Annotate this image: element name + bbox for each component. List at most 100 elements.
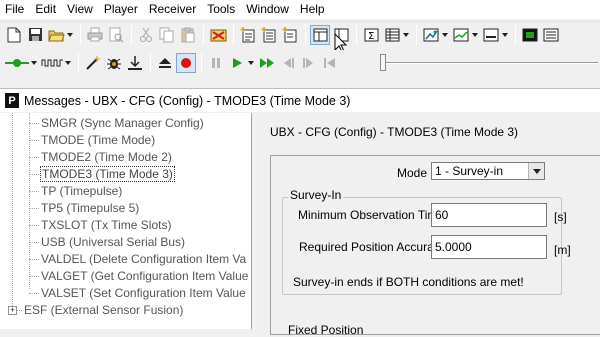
open-folder-icon[interactable] [46, 25, 66, 45]
tree-item[interactable]: SMGR (Sync Manager Config) [29, 115, 205, 132]
menu-bar: File Edit View Player Receiver Tools Win… [0, 0, 600, 19]
play-icon[interactable] [227, 53, 247, 73]
connection-dropdown-icon[interactable] [29, 53, 39, 73]
survey-in-note: Survey-in ends if BOTH conditions are me… [293, 275, 524, 289]
histogram-view-icon[interactable] [481, 25, 501, 45]
toolbar-separator [203, 24, 204, 45]
menu-file[interactable]: File [0, 0, 30, 19]
mode-select[interactable]: 1 - Survey-in [431, 162, 545, 180]
tree-item[interactable]: TP (Timepulse) [29, 183, 123, 200]
expand-icon[interactable]: + [8, 306, 17, 315]
new-view-icon[interactable] [238, 25, 258, 45]
tree-item-esf[interactable]: + ESF (External Sensor Fusion) [8, 302, 184, 319]
tree-item-label: TP (Timepulse) [41, 184, 123, 198]
message-tree: SMGR (Sync Manager Config) TMODE (Time M… [0, 113, 252, 329]
tree-item[interactable]: VALSET (Set Configuration Item Value [29, 285, 247, 302]
mode-label: Mode [397, 166, 428, 180]
connection-icon[interactable] [4, 53, 30, 73]
table-view-dropdown-icon[interactable] [401, 25, 411, 45]
tree-item[interactable]: TP5 (Timepulse 5) [29, 200, 140, 217]
tree-item-label: VALGET (Get Configuration Item Value [41, 269, 249, 283]
map-view-icon[interactable] [421, 25, 441, 45]
required-position-accuracy-label: Required Position Accuracy [299, 240, 446, 254]
baudrate-icon[interactable] [40, 53, 64, 73]
min-observation-time-input[interactable]: 60 [431, 203, 547, 227]
map-view-dropdown-icon[interactable] [440, 25, 450, 45]
eject-icon[interactable] [155, 53, 175, 73]
step-forward-icon[interactable] [299, 53, 319, 73]
print-icon[interactable] [85, 25, 105, 45]
config-panel: UBX - CFG (Config) - TMODE3 (Time Mode 3… [258, 113, 600, 337]
table-view-icon[interactable] [382, 25, 402, 45]
connection-toolbar [0, 50, 600, 76]
play-dropdown-icon[interactable] [246, 53, 256, 73]
menu-player[interactable]: Player [99, 0, 144, 19]
tree-item-label: USB (Universal Serial Bus) [41, 235, 186, 249]
copy-icon[interactable] [157, 25, 177, 45]
toolbar-separator [233, 24, 234, 45]
print-preview-icon[interactable] [106, 25, 126, 45]
playback-slider-thumb[interactable] [380, 54, 386, 71]
app-logo-icon: P [5, 93, 19, 108]
required-position-accuracy-unit: [m] [554, 243, 571, 257]
baudrate-dropdown-icon[interactable] [63, 53, 73, 73]
messages-window: P Messages - UBX - CFG (Config) - TMODE3… [0, 88, 600, 337]
fast-forward-icon[interactable] [257, 53, 277, 73]
cut-icon[interactable] [136, 25, 156, 45]
tree-item-selected[interactable]: TMODE3 (Time Mode 3) [29, 166, 175, 183]
fixed-position-label: Fixed Position [288, 323, 364, 337]
menu-view[interactable]: View [62, 0, 99, 19]
rewind-to-start-icon[interactable] [320, 53, 340, 73]
tree-item[interactable]: TMODE2 (Time Mode 2) [29, 149, 173, 166]
save-icon[interactable] [25, 25, 45, 45]
toolbar-separator [416, 24, 417, 45]
tree-item-label: SMGR (Sync Manager Config) [41, 116, 204, 130]
statistics-view-icon[interactable]: Σ [361, 25, 381, 45]
deviation-map-icon[interactable] [520, 25, 540, 45]
menu-window[interactable]: Window [241, 0, 295, 19]
record-button[interactable] [176, 53, 196, 73]
debug-icon[interactable] [104, 53, 124, 73]
histogram-view-dropdown-icon[interactable] [500, 25, 510, 45]
paste-icon[interactable] [178, 25, 198, 45]
messages-view-icon[interactable] [310, 24, 330, 45]
tree-item-label: TMODE2 (Time Mode 2) [41, 150, 172, 164]
chart-view-icon[interactable] [451, 25, 471, 45]
toolbar-separator [150, 53, 151, 73]
svg-text:Σ: Σ [368, 31, 374, 42]
tree-item[interactable]: TXSLOT (Tx Time Slots) [29, 217, 172, 234]
new-file-icon[interactable] [4, 25, 24, 45]
sky-view-icon[interactable] [541, 25, 561, 45]
pause-icon[interactable] [206, 53, 226, 73]
survey-in-group-label: Survey-In [288, 188, 344, 202]
tree-item-label: TMODE (Time Mode) [41, 133, 156, 147]
open-dropdown-icon[interactable] [65, 25, 75, 45]
tree-item[interactable]: VALGET (Get Configuration Item Value [29, 268, 249, 285]
toolbar-separator [515, 24, 516, 45]
main-toolbar: Σ [0, 21, 600, 47]
new-document-icon[interactable] [259, 25, 279, 45]
tree-item[interactable]: USB (Universal Serial Bus) [29, 234, 186, 251]
receiver-config-icon[interactable] [125, 53, 145, 73]
playback-slider-track[interactable] [386, 62, 598, 64]
autobauding-icon[interactable] [83, 53, 103, 73]
toolbar-separator [78, 53, 79, 73]
menu-tools[interactable]: Tools [202, 0, 241, 19]
tree-item-label: TXSLOT (Tx Time Slots) [41, 218, 172, 232]
step-back-icon[interactable] [278, 53, 298, 73]
chevron-down-icon[interactable] [528, 163, 544, 179]
window-title: Messages - UBX - CFG (Config) - TMODE3 (… [24, 93, 351, 108]
tree-item[interactable]: TMODE (Time Mode) [29, 132, 156, 149]
tree-item-label: VALSET (Set Configuration Item Value [41, 286, 246, 300]
tree-item-label: TP5 (Timepulse 5) [41, 201, 140, 215]
tree-item[interactable]: VALDEL (Delete Configuration Item Va [29, 251, 247, 268]
chart-view-dropdown-icon[interactable] [470, 25, 480, 45]
menu-help[interactable]: Help [295, 0, 331, 19]
tree-item-label: VALDEL (Delete Configuration Item Va [41, 252, 247, 266]
required-position-accuracy-input[interactable]: 5.0000 [431, 235, 547, 259]
menu-edit[interactable]: Edit [30, 0, 62, 19]
toolbar-separator [201, 53, 202, 73]
clear-icon[interactable] [208, 25, 228, 45]
menu-receiver[interactable]: Receiver [144, 0, 202, 19]
new-text-view-icon[interactable] [280, 25, 300, 45]
